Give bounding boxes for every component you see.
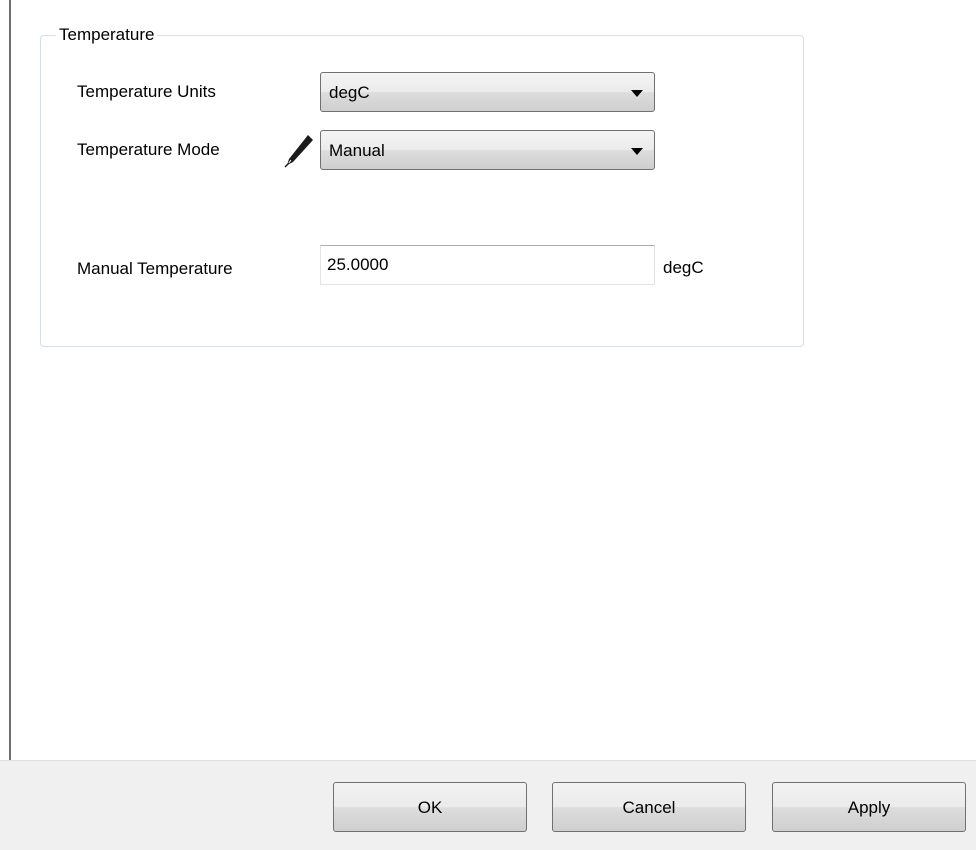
cancel-button[interactable]: Cancel [552, 782, 746, 832]
chevron-down-icon [631, 148, 643, 155]
manual-temperature-input[interactable] [320, 245, 655, 285]
chevron-down-icon [631, 90, 643, 97]
temperature-mode-dropdown[interactable]: Manual [320, 130, 655, 170]
pencil-icon [284, 135, 313, 168]
temperature-units-value: degC [329, 83, 370, 102]
manual-temperature-label: Manual Temperature [77, 259, 233, 278]
apply-button[interactable]: Apply [772, 782, 966, 832]
temperature-mode-label: Temperature Mode [77, 140, 220, 159]
temperature-units-dropdown[interactable]: degC [320, 72, 655, 112]
ok-button[interactable]: OK [333, 782, 527, 832]
temperature-mode-value: Manual [329, 141, 385, 160]
temperature-units-label: Temperature Units [77, 82, 216, 101]
left-panel-border [0, 0, 11, 760]
manual-temperature-unit: degC [663, 258, 704, 277]
group-title: Temperature [56, 24, 158, 46]
